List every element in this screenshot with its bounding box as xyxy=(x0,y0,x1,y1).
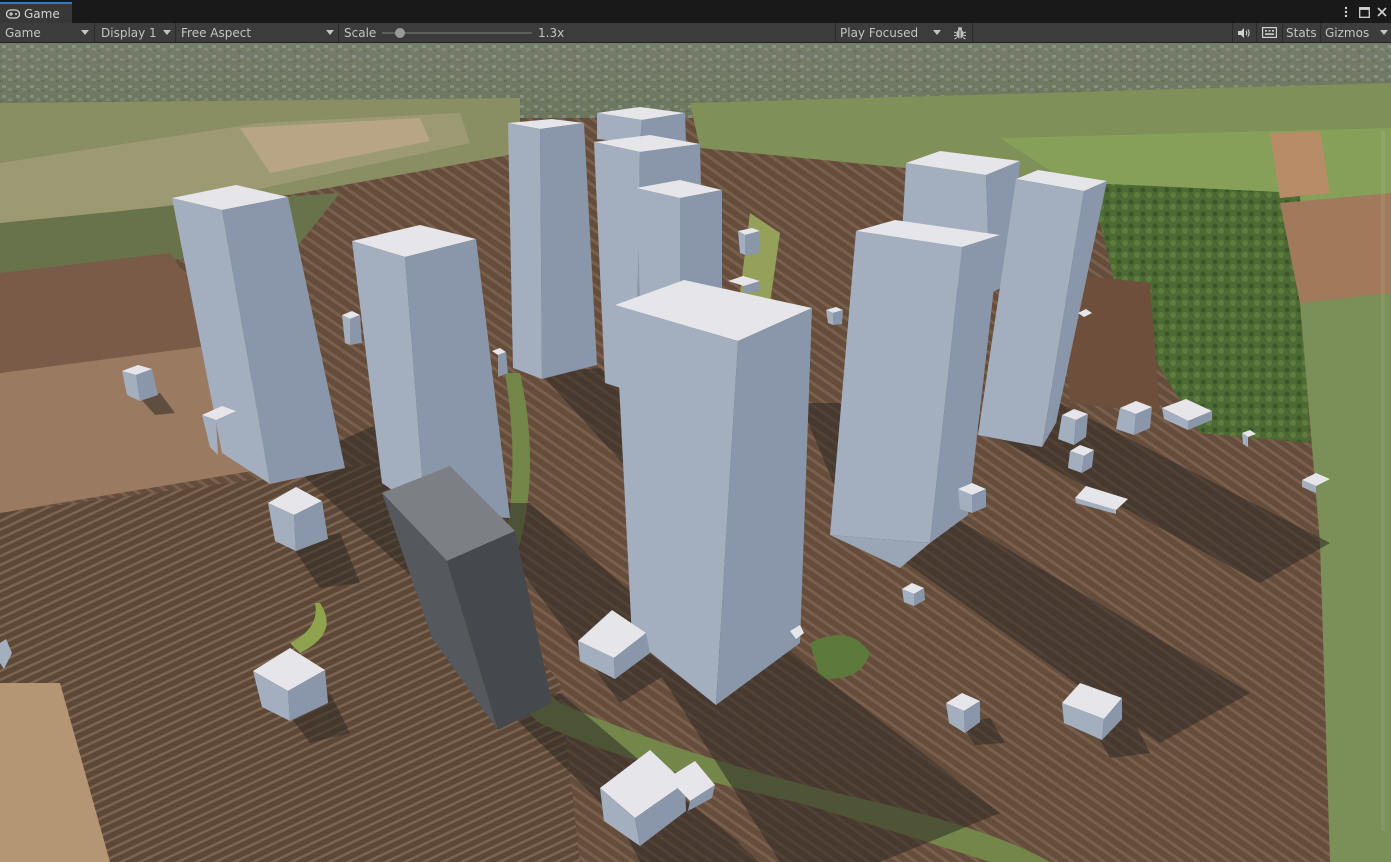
maximize-icon[interactable] xyxy=(1357,4,1371,20)
stats-label: Stats xyxy=(1286,25,1317,40)
display-dropdown[interactable]: Display 1 xyxy=(95,23,175,42)
game-view-toolbar: Game Display 1 Free Aspect Scale 1.3x Pl… xyxy=(0,23,1391,43)
view-mode-label: Game xyxy=(5,25,41,40)
scale-label-text: Scale xyxy=(344,25,377,40)
play-mode-dropdown[interactable]: Play Focused xyxy=(836,23,945,42)
view-mode-dropdown[interactable]: Game xyxy=(0,23,93,42)
aspect-dropdown[interactable]: Free Aspect xyxy=(176,23,338,42)
chevron-down-icon xyxy=(326,30,334,35)
rendered-3d-scene xyxy=(0,43,1391,862)
gizmos-label: Gizmos xyxy=(1325,25,1370,40)
tab-title: Game xyxy=(24,6,60,21)
scale-value: 1.3x xyxy=(538,23,578,42)
gamepad-icon xyxy=(6,8,20,19)
game-viewport[interactable] xyxy=(0,43,1391,862)
chevron-down-icon xyxy=(163,30,171,35)
scale-slider-handle[interactable] xyxy=(395,28,405,38)
chevron-down-icon xyxy=(1380,30,1388,35)
scale-label: Scale xyxy=(344,23,384,42)
gizmos-dropdown[interactable]: Gizmos xyxy=(1321,23,1391,42)
scale-value-text: 1.3x xyxy=(538,25,565,40)
keyboard-icon[interactable] xyxy=(1257,23,1282,42)
aspect-label: Free Aspect xyxy=(181,25,252,40)
bug-icon[interactable] xyxy=(950,23,970,42)
tab-bar: Game xyxy=(0,0,1391,23)
stats-toggle[interactable]: Stats xyxy=(1283,23,1319,42)
speaker-icon[interactable] xyxy=(1233,23,1255,42)
display-label: Display 1 xyxy=(101,25,157,40)
chevron-down-icon xyxy=(933,30,941,35)
kebab-menu-icon[interactable] xyxy=(1339,4,1353,20)
tab-game[interactable]: Game xyxy=(0,2,72,23)
tower-1 xyxy=(508,119,597,379)
close-icon[interactable] xyxy=(1375,4,1389,20)
play-mode-label: Play Focused xyxy=(840,25,919,40)
chevron-down-icon xyxy=(81,30,89,35)
